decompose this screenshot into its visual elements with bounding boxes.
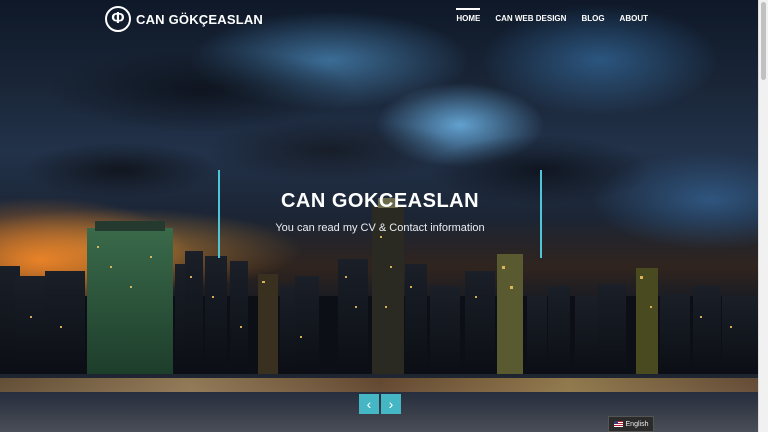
language-selector[interactable]: English — [608, 416, 654, 432]
main-nav: HOME CAN WEB DESIGN BLOG ABOUT — [441, 8, 648, 23]
site-logo-text: CAN GÖKÇEASLAN — [136, 11, 264, 27]
slider-prev-button[interactable]: ‹ — [359, 394, 379, 414]
chevron-left-icon: ‹ — [366, 396, 372, 412]
page-scrollbar[interactable] — [758, 0, 768, 432]
scrollbar-thumb[interactable] — [761, 2, 766, 80]
nav-item-blog[interactable]: BLOG — [581, 14, 604, 23]
nav-item-home[interactable]: HOME — [456, 8, 481, 23]
language-label: English — [625, 420, 649, 428]
caption-left-bar — [218, 170, 220, 258]
chevron-right-icon: › — [388, 396, 394, 412]
hero-subtitle[interactable]: You can read my CV & Contact information — [218, 222, 542, 234]
hero-title: CAN GOKCEASLAN — [280, 190, 480, 212]
nav-item-can-web-design[interactable]: CAN WEB DESIGN — [495, 14, 566, 23]
site-logo[interactable]: Φ CAN GÖKÇEASLAN — [105, 6, 263, 32]
phi-symbol-icon: Φ — [105, 6, 131, 32]
top-navbar: Φ CAN GÖKÇEASLAN HOME CAN WEB DESIGN BLO… — [0, 0, 758, 40]
hero-caption: CAN GOKCEASLAN You can read my CV & Cont… — [218, 170, 542, 258]
nav-item-about[interactable]: ABOUT — [620, 14, 648, 23]
us-flag-icon — [613, 421, 623, 427]
caption-right-bar — [540, 170, 542, 258]
water-reflection — [0, 378, 758, 392]
slider-next-button[interactable]: › — [381, 394, 401, 414]
